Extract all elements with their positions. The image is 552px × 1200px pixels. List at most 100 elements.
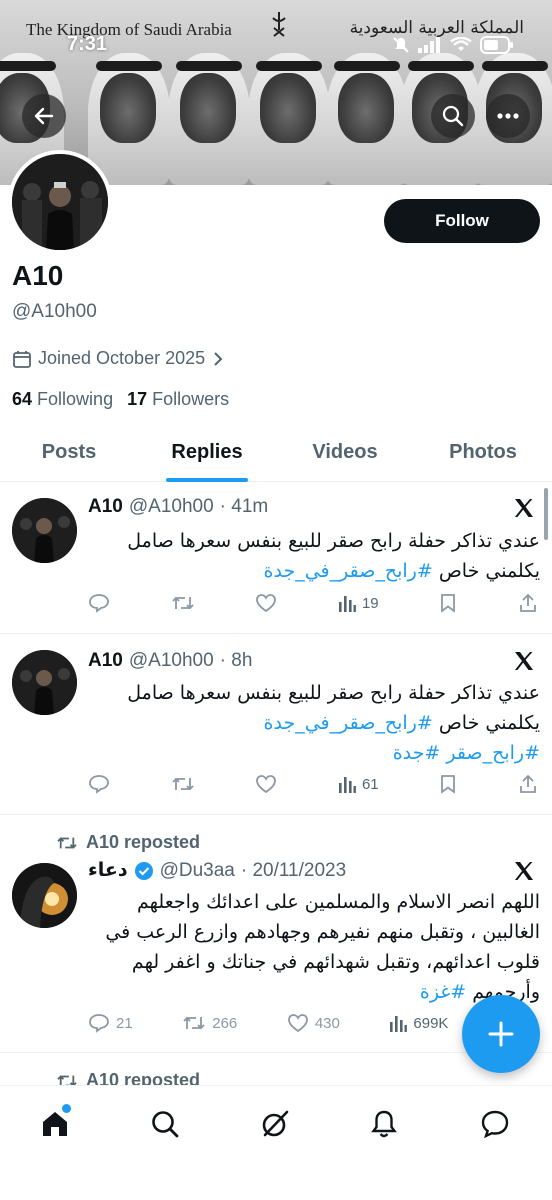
search-icon [442,105,464,127]
views-button[interactable]: 699K [389,1014,448,1032]
compose-button[interactable] [462,995,540,1073]
grok-icon [262,1110,289,1137]
x-logo-icon [515,652,533,670]
status-time: 7:31 [67,33,108,55]
post-2[interactable]: A10 @A10h00 · 8h عندي تذاكر حفلة رابح صق… [0,634,552,815]
following-link[interactable]: 64 Following [12,389,113,410]
tab-replies[interactable]: Replies [138,430,276,482]
reply-icon [89,1014,109,1033]
hashtag-link[interactable]: #غزة [420,981,466,1003]
bookmark-button[interactable] [439,593,457,613]
display-name: A10 [12,260,64,291]
author-handle[interactable]: @A10h00 [129,496,214,518]
views-count: 699K [413,1014,449,1032]
nav-messages[interactable] [475,1104,515,1144]
verified-badge-icon [134,861,153,880]
reply-button[interactable] [88,593,110,613]
tab-photos[interactable]: Photos [414,430,552,481]
bottom-nav [0,1085,552,1200]
tab-posts[interactable]: Posts [0,430,138,481]
post-avatar[interactable] [12,498,77,563]
repost-label-text[interactable]: A10 reposted [86,832,200,853]
tab-videos[interactable]: Videos [276,430,414,481]
hashtag-link-2[interactable]: #رابح_صقر #جدة [393,742,540,764]
repost-button[interactable]: 266 [182,1013,237,1033]
profile-avatar[interactable] [8,150,112,254]
post-time: · 20/11/2023 [240,860,347,881]
post-avatar[interactable] [12,863,77,928]
views-button[interactable]: 61 [338,775,379,793]
scrollbar[interactable] [544,488,548,540]
back-arrow-icon [34,107,54,125]
post-actions: 61 [88,774,538,794]
search-button[interactable] [431,94,475,138]
views-button[interactable]: 19 [338,594,379,612]
repost-button[interactable] [171,593,195,613]
bookmark-icon [441,594,456,613]
signal-icon [418,37,440,53]
author-name[interactable]: دعاء [88,859,128,882]
repost-icon [172,596,194,610]
avatar-figure-icon [12,154,108,250]
share-button[interactable] [518,774,538,794]
like-button[interactable]: 430 [287,1013,340,1033]
notifications-icon [371,1110,397,1138]
search-icon [152,1111,179,1138]
x-logo-icon [515,862,533,880]
back-button[interactable] [22,94,66,138]
wifi-icon [450,37,472,51]
views-count: 19 [361,594,379,612]
share-icon [520,774,536,793]
tab-videos-label: Videos [312,441,378,463]
nav-notifications[interactable] [364,1104,404,1144]
follow-counts: 64 Following 17 Followers [12,389,229,410]
hashtag-link[interactable]: #رابح_صقر_في_جدة [264,560,433,582]
post-text: عندي تذاكر حفلة رابح صقر للبيع بنفس سعره… [88,526,540,586]
post-header: A10 @A10h00 · 41m [88,496,268,518]
heart-icon [256,594,277,613]
bookmark-icon [441,775,456,794]
more-icon [497,113,519,119]
author-handle[interactable]: @A10h00 [129,650,214,672]
joined-date[interactable]: Joined October 2025 [12,348,225,369]
post-text-content: اللهم انصر الاسلام والمسلمين على اعدائك … [105,891,540,1003]
nav-home[interactable] [35,1104,75,1144]
like-button[interactable] [255,774,277,794]
author-name[interactable]: A10 [88,496,123,518]
reply-button[interactable] [88,774,110,794]
followers-link[interactable]: 17 Followers [127,389,229,410]
post-time: · 41m [219,496,269,517]
author-handle[interactable]: @Du3aa [160,860,235,882]
views-icon [390,1016,408,1032]
post-header: دعاء @Du3aa · 20/11/2023 [88,859,346,882]
bookmark-button[interactable] [439,774,457,794]
plus-icon [488,1021,514,1047]
emblem-icon [272,12,286,37]
hashtag-link[interactable]: #رابح_صقر_في_جدة [264,712,433,734]
repost-button[interactable] [171,774,195,794]
nav-search[interactable] [145,1104,185,1144]
nav-grok[interactable] [255,1104,295,1144]
post-header: A10 @A10h00 · 8h [88,650,252,672]
battery-icon [480,36,513,54]
reply-button[interactable]: 21 [88,1013,133,1033]
silent-icon [393,37,409,53]
repost-count: 266 [212,1014,238,1032]
profile-tabs: Posts Replies Videos Photos [0,430,552,482]
reply-count: 21 [116,1014,133,1032]
post-1[interactable]: A10 @A10h00 · 41m عندي تذاكر حفلة رابح ص… [0,483,552,634]
post-avatar[interactable] [12,650,77,715]
like-count: 430 [314,1014,340,1032]
followers-count: 17 [127,389,148,409]
following-label: Following [37,389,114,409]
tab-photos-label: Photos [449,441,517,463]
like-button[interactable] [255,593,277,613]
repost-icon [183,1016,205,1030]
more-button[interactable] [486,94,530,138]
post-avatar-figure-icon [12,498,77,563]
share-button[interactable] [518,593,538,613]
author-name[interactable]: A10 [88,650,123,672]
post-text: عندي تذاكر حفلة رابح صقر للبيع بنفس سعره… [88,678,540,768]
banner-title-english: The Kingdom of Saudi Arabia [26,20,232,39]
follow-button[interactable]: Follow [384,199,540,243]
